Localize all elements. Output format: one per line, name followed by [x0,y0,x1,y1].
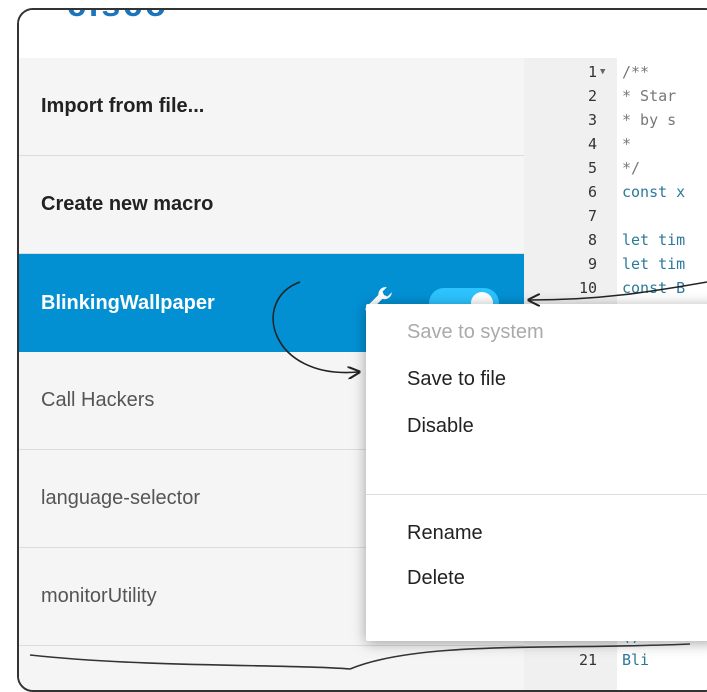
macro-label: BlinkingWallpaper [41,291,215,314]
code-text: */ [622,159,641,177]
import-label: Import from file... [41,95,205,117]
line-number: 5 [587,159,597,177]
code-line: 10 const B [524,276,707,300]
line-number: 2 [587,87,597,105]
code-text: * [622,135,632,153]
line-number: 6 [587,183,597,201]
code-text: let tim [622,231,686,249]
save-to-system-menu-item[interactable]: Save to system [407,321,544,344]
save-to-file-menu-item[interactable]: Save to file [407,368,506,391]
code-text: const x [622,183,686,201]
macro-label: Call Hackers [41,389,155,411]
code-line: 6 const x [524,180,707,204]
fold-arrow-icon[interactable]: ▼ [600,60,605,84]
line-number: 8 [587,231,597,249]
brand-logo: cisco [67,10,169,25]
code-line: 21 Bli [524,648,707,672]
code-text: let tim [622,255,686,273]
code-line: 1 ▼ /** [524,60,707,84]
import-from-file-button[interactable]: Import from file... [19,58,524,156]
macro-label: language-selector [41,487,200,509]
line-number: 3 [587,111,597,129]
code-line: 9 let tim [524,252,707,276]
line-number: 4 [587,135,597,153]
line-number: 21 [578,651,597,669]
code-line: 5 */ [524,156,707,180]
rename-menu-item[interactable]: Rename [407,522,483,545]
code-line: 7 [524,204,707,228]
code-text: const B [622,279,686,297]
macro-label: monitorUtility [41,585,157,607]
line-number: 9 [587,255,597,273]
code-line: 4 * [524,132,707,156]
line-number: 7 [587,207,597,225]
code-text: Bli [622,651,650,669]
menu-divider [366,494,707,495]
create-macro-label: Create new macro [41,193,214,215]
code-line: 3 * by s [524,108,707,132]
code-text: * by s [622,111,677,129]
line-number: 10 [578,279,597,297]
code-line: 2 * Star [524,84,707,108]
code-text: /** [622,63,650,81]
code-line: 8 let tim [524,228,707,252]
delete-menu-item[interactable]: Delete [407,567,465,590]
create-new-macro-button[interactable]: Create new macro [19,156,524,254]
header-bar: cisco [19,10,707,58]
disable-menu-item[interactable]: Disable [407,415,474,438]
code-text: * Star [622,87,677,105]
line-number: 1 [587,63,597,81]
macro-context-menu: Save to system Save to file Disable Rena… [366,304,707,641]
